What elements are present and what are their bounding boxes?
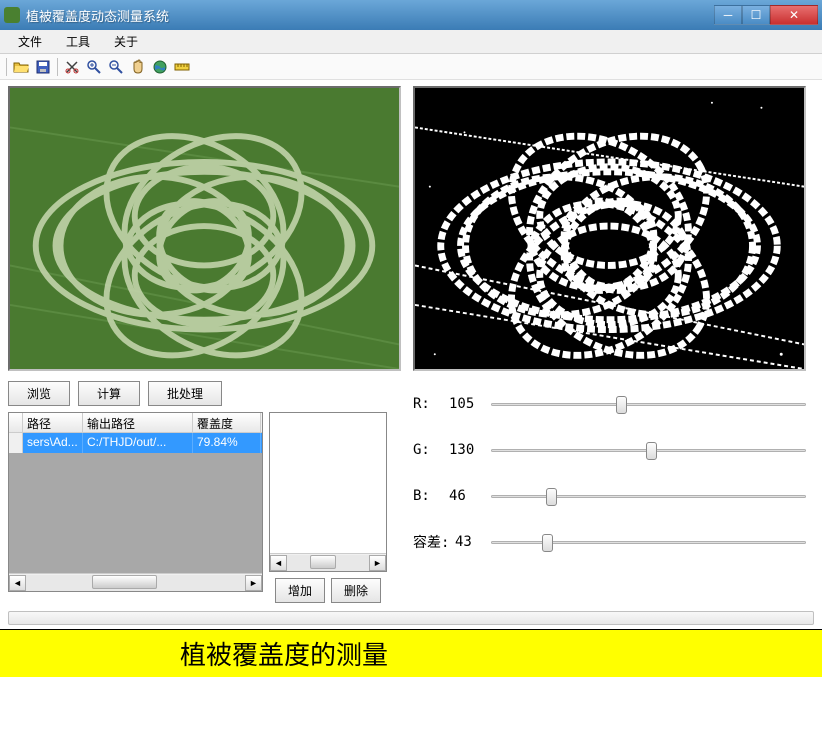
preview-panel: ◄ ► xyxy=(269,412,387,572)
toolbar-separator xyxy=(57,58,58,76)
preview-buttons: 增加 删除 xyxy=(269,578,387,603)
cut-button[interactable] xyxy=(62,57,82,77)
processed-image-panel[interactable] xyxy=(413,86,806,371)
slider-g-value: 130 xyxy=(449,442,485,458)
slider-panel: R: 105 G: 130 B: 46 容差: 43 xyxy=(413,381,806,603)
scroll-right-icon[interactable]: ► xyxy=(245,575,262,591)
slider-g-label: G: xyxy=(413,442,449,458)
slider-tol-value: 43 xyxy=(455,534,485,550)
slider-g-track[interactable] xyxy=(491,440,806,460)
minimize-button[interactable]: ─ xyxy=(714,5,742,25)
slider-tol-track[interactable] xyxy=(491,532,806,552)
slider-tolerance: 容差: 43 xyxy=(413,523,806,561)
preview-hscrollbar[interactable]: ◄ ► xyxy=(270,553,386,571)
globe-button[interactable] xyxy=(150,57,170,77)
left-controls: 浏览 计算 批处理 路径 输出路径 覆盖度 sers\Ad... C:/THJD… xyxy=(8,381,401,603)
browse-button[interactable]: 浏览 xyxy=(8,381,70,406)
table-preview-row: 路径 输出路径 覆盖度 sers\Ad... C:/THJD/out/... 7… xyxy=(8,412,401,603)
slider-g-thumb[interactable] xyxy=(646,442,657,460)
floppy-disk-icon xyxy=(35,59,51,75)
table-hscrollbar[interactable]: ◄ ► xyxy=(9,573,262,591)
slider-b-track[interactable] xyxy=(491,486,806,506)
scroll-left-icon[interactable]: ◄ xyxy=(270,555,287,571)
pan-button[interactable] xyxy=(128,57,148,77)
page-caption: 植被覆盖度的测量 xyxy=(0,629,822,677)
window-controls: ─ ☐ ✕ xyxy=(714,5,818,25)
app-icon xyxy=(4,7,20,23)
delete-button[interactable]: 删除 xyxy=(331,578,381,603)
scroll-track[interactable] xyxy=(287,555,369,571)
slider-r-value: 105 xyxy=(449,396,485,412)
status-bar xyxy=(8,611,814,625)
calculate-button[interactable]: 计算 xyxy=(78,381,140,406)
add-button[interactable]: 增加 xyxy=(275,578,325,603)
window-title: 植被覆盖度动态测量系统 xyxy=(26,6,714,25)
zoom-in-icon xyxy=(86,59,102,75)
table-row[interactable]: sers\Ad... C:/THJD/out/... 79.84% xyxy=(9,433,262,453)
slider-b-label: B: xyxy=(413,488,449,504)
measure-button[interactable] xyxy=(172,57,192,77)
zoom-out-button[interactable] xyxy=(106,57,126,77)
col-path[interactable]: 路径 xyxy=(23,413,83,432)
menu-file[interactable]: 文件 xyxy=(6,30,54,53)
toolbar xyxy=(0,54,822,80)
table-header: 路径 输出路径 覆盖度 xyxy=(9,413,262,433)
slider-tol-thumb[interactable] xyxy=(542,534,553,552)
slider-tol-label: 容差: xyxy=(413,532,455,552)
menu-about[interactable]: 关于 xyxy=(102,30,150,53)
slider-r-track[interactable] xyxy=(491,394,806,414)
zoom-out-icon xyxy=(108,59,124,75)
scissors-icon xyxy=(64,59,80,75)
open-button[interactable] xyxy=(11,57,31,77)
slider-r-thumb[interactable] xyxy=(616,396,627,414)
toolbar-separator xyxy=(6,58,7,76)
slider-b-thumb[interactable] xyxy=(546,488,557,506)
slider-r-label: R: xyxy=(413,396,449,412)
slider-b-value: 46 xyxy=(449,488,485,504)
scroll-track[interactable] xyxy=(26,575,245,591)
folder-open-icon xyxy=(13,59,29,75)
original-image-panel[interactable] xyxy=(8,86,401,371)
hand-icon xyxy=(130,59,146,75)
slider-g: G: 130 xyxy=(413,431,806,469)
menu-tool[interactable]: 工具 xyxy=(54,30,102,53)
scroll-right-icon[interactable]: ► xyxy=(369,555,386,571)
save-button[interactable] xyxy=(33,57,53,77)
globe-icon xyxy=(152,59,168,75)
menu-bar: 文件 工具 关于 xyxy=(0,30,822,54)
image-preview-area xyxy=(0,80,822,375)
cell-coverage: 79.84% xyxy=(193,433,261,453)
scroll-left-icon[interactable]: ◄ xyxy=(9,575,26,591)
cell-path: sers\Ad... xyxy=(23,433,83,453)
ruler-icon xyxy=(174,59,190,75)
batch-button[interactable]: 批处理 xyxy=(148,381,222,406)
col-coverage[interactable]: 覆盖度 xyxy=(193,413,261,432)
scroll-thumb[interactable] xyxy=(92,575,158,589)
results-table[interactable]: 路径 输出路径 覆盖度 sers\Ad... C:/THJD/out/... 7… xyxy=(8,412,263,592)
col-outpath[interactable]: 输出路径 xyxy=(83,413,193,432)
row-handle-header xyxy=(9,413,23,432)
cell-outpath: C:/THJD/out/... xyxy=(83,433,193,453)
close-button[interactable]: ✕ xyxy=(770,5,818,25)
action-buttons: 浏览 计算 批处理 xyxy=(8,381,401,406)
zoom-in-button[interactable] xyxy=(84,57,104,77)
slider-r: R: 105 xyxy=(413,385,806,423)
preview-column: ◄ ► 增加 删除 xyxy=(269,412,387,603)
window-titlebar: 植被覆盖度动态测量系统 ─ ☐ ✕ xyxy=(0,0,822,30)
scroll-thumb[interactable] xyxy=(310,555,336,569)
slider-b: B: 46 xyxy=(413,477,806,515)
controls-area: 浏览 计算 批处理 路径 输出路径 覆盖度 sers\Ad... C:/THJD… xyxy=(0,375,822,609)
maximize-button[interactable]: ☐ xyxy=(742,5,770,25)
table-body: sers\Ad... C:/THJD/out/... 79.84% xyxy=(9,433,262,573)
row-handle xyxy=(9,433,23,453)
